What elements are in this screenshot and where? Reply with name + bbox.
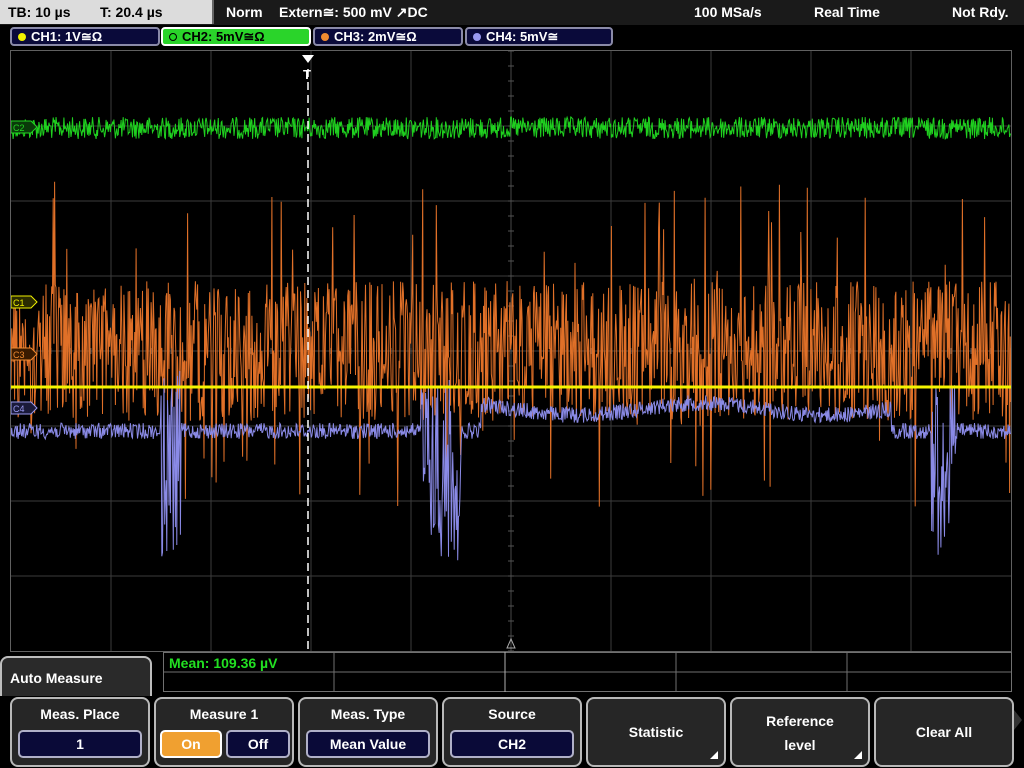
- statistic-label: Statistic: [628, 724, 684, 740]
- acquisition-mode: Real Time: [814, 4, 880, 20]
- tab-ch2-label: CH2: 5mV≅Ω: [182, 28, 265, 44]
- ch3-offset-marker[interactable]: C3: [11, 347, 38, 361]
- clear-all-label: Clear All: [915, 724, 973, 740]
- trigger-time-value: T: 20.4 µs: [100, 4, 163, 20]
- ch4-dot-icon: [473, 32, 481, 41]
- tab-ch1-label: CH1: 1V≅Ω: [31, 28, 103, 44]
- meas-type-value[interactable]: Mean Value: [306, 730, 430, 758]
- meas-type-softkey[interactable]: Meas. Type Mean Value: [298, 697, 438, 767]
- tab-ch2[interactable]: CH2: 5mV≅Ω: [161, 27, 311, 46]
- trigger-arrow-icon[interactable]: [302, 55, 314, 63]
- measure1-softkey[interactable]: Measure 1 On Off: [154, 697, 294, 767]
- tab-ch4[interactable]: CH4: 5mV≅: [465, 27, 613, 46]
- source-softkey[interactable]: Source CH2: [442, 697, 582, 767]
- measurement-readout: Mean: 109.36 µV: [169, 655, 278, 671]
- measure1-off-button[interactable]: Off: [226, 730, 290, 758]
- ch2-dot-icon: [169, 32, 177, 41]
- trigger-marker: T: [303, 67, 311, 82]
- timebase-value: TB: 10 µs: [8, 4, 71, 20]
- timebase-box[interactable]: TB: 10 µs T: 20.4 µs: [0, 0, 214, 24]
- reference-level-label-1: Reference: [766, 713, 834, 729]
- meas-place-softkey[interactable]: Meas. Place 1: [10, 697, 150, 767]
- ch1-offset-marker[interactable]: C1: [11, 295, 38, 309]
- measure1-on-button[interactable]: On: [160, 730, 222, 758]
- ch2-marker-label: C2: [13, 123, 25, 133]
- tab-ch1[interactable]: CH1: 1V≅Ω: [10, 27, 160, 46]
- waveform-canvas: T C2 C1 C3 C4: [11, 51, 1011, 651]
- ch1-marker-label: C1: [13, 298, 25, 308]
- meas-place-label: Meas. Place: [40, 706, 120, 722]
- trigger-source[interactable]: Extern≅: 500 mV ↗DC: [279, 4, 428, 21]
- ch3-marker-label: C3: [13, 350, 25, 360]
- ch3-dot-icon: [321, 32, 329, 41]
- ch1-dot-icon: [18, 32, 26, 41]
- ch2-offset-marker[interactable]: C2: [11, 120, 38, 134]
- clear-all-softkey[interactable]: Clear All: [874, 697, 1014, 767]
- meas-place-value[interactable]: 1: [18, 730, 142, 758]
- source-label: Source: [488, 706, 536, 722]
- waveform-display[interactable]: T C2 C1 C3 C4: [10, 50, 1012, 652]
- source-value[interactable]: CH2: [450, 730, 574, 758]
- meas-type-label: Meas. Type: [330, 706, 406, 722]
- submenu-arrow-icon: [854, 751, 862, 759]
- ch4-offset-marker[interactable]: C4: [11, 401, 38, 415]
- trigger-status: Not Rdy.: [952, 4, 1009, 20]
- menu-title: Auto Measure: [0, 656, 152, 696]
- tab-ch4-label: CH4: 5mV≅: [486, 28, 559, 44]
- tab-ch3-label: CH3: 2mV≅Ω: [334, 28, 417, 44]
- menu-title-label: Auto Measure: [10, 670, 103, 686]
- tab-ch3[interactable]: CH3: 2mV≅Ω: [313, 27, 463, 46]
- trigger-mode[interactable]: Norm: [226, 4, 263, 20]
- sample-rate: 100 MSa/s: [694, 4, 762, 20]
- measurement-bar: [163, 652, 1012, 692]
- menu-scroll-arrow-icon[interactable]: [1014, 710, 1022, 730]
- submenu-arrow-icon: [710, 751, 718, 759]
- ch4-marker-label: C4: [13, 404, 25, 414]
- reference-level-softkey[interactable]: Reference level: [730, 697, 870, 767]
- measure1-label: Measure 1: [189, 706, 259, 722]
- reference-level-label-2: level: [784, 737, 816, 753]
- statistic-softkey[interactable]: Statistic: [586, 697, 726, 767]
